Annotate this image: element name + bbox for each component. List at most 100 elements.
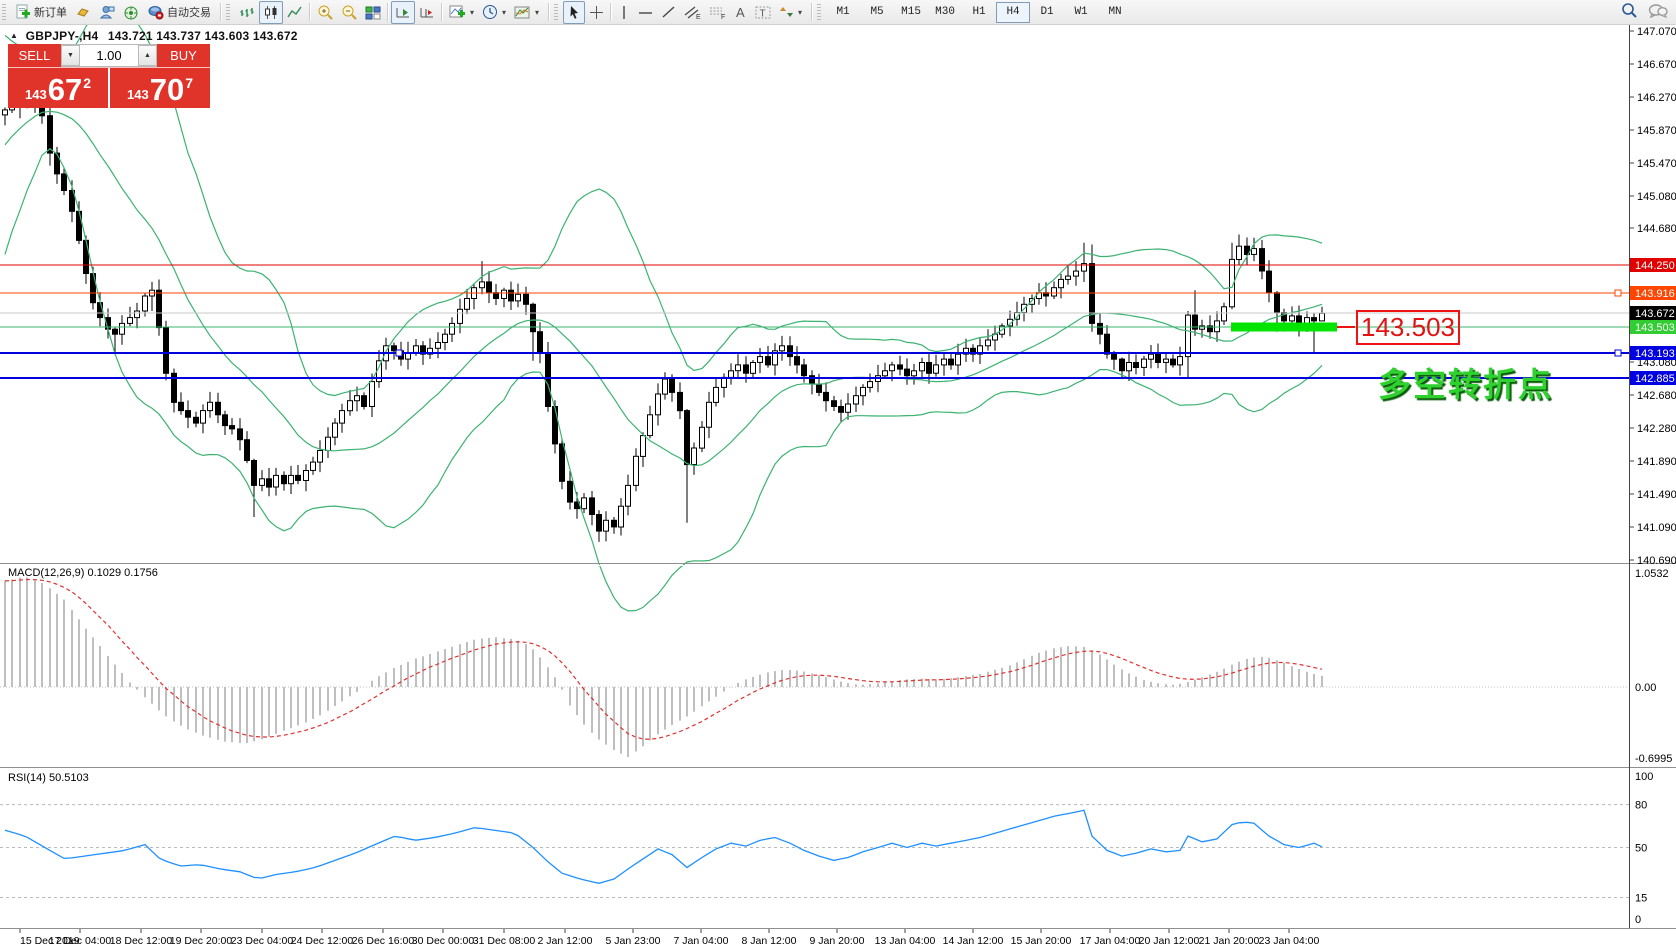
autotrading-button[interactable]: 自动交易 [143,1,215,24]
dropdown-caret-icon: ▾ [535,8,539,17]
crosshair-button[interactable] [585,1,608,24]
buy-price-big: 70 [150,75,184,105]
tab-timeframe-mn[interactable]: MN [1098,2,1132,23]
zoom-out-button[interactable] [337,1,361,24]
svg-text:9 Jan 20:00: 9 Jan 20:00 [810,935,865,947]
toolbar-grip[interactable] [554,4,558,20]
hline-handle[interactable] [1615,290,1621,296]
macd-label: MACD(12,26,9) 0.1029 0.1756 [8,567,158,579]
rsi-line [5,810,1322,883]
svg-text:146.670: 146.670 [1637,59,1676,71]
tab-timeframe-m15[interactable]: M15 [894,2,928,23]
chat-icon[interactable] [1648,3,1668,22]
trendline-button[interactable] [657,1,680,24]
new-order-icon [15,4,31,20]
signal-icon [123,5,139,20]
new-order-button[interactable]: 新订单 [11,1,71,24]
svg-text:19 Dec 20:00: 19 Dec 20:00 [170,935,233,947]
sell-button[interactable]: SELL [8,44,61,67]
svg-text:144.250: 144.250 [1635,260,1675,272]
svg-text:143.916: 143.916 [1635,288,1675,300]
tab-timeframe-m30[interactable]: M30 [928,2,962,23]
turning-point-note[interactable]: 多空转折点 [1378,358,1553,406]
annotations-layer[interactable] [1231,323,1355,332]
volume-down-button[interactable]: ▼ [61,45,80,66]
tile-windows-button[interactable] [361,1,385,24]
time-axis[interactable]: 15 Dec 201917 Dec 04:0018 Dec 12:0019 De… [20,929,1320,947]
svg-text:13 Jan 04:00: 13 Jan 04:00 [875,935,936,947]
svg-text:17 Jan 04:00: 17 Jan 04:00 [1080,935,1141,947]
line-chart-button[interactable] [283,1,307,24]
trendline-icon [661,5,676,19]
sell-price[interactable]: 143 67 2 [8,68,110,108]
svg-text:144.680: 144.680 [1637,223,1676,235]
macd-pane[interactable]: 1.05320.00-0.6995 [0,568,1672,765]
indicators-button[interactable]: ▾ [445,1,478,24]
arrows-button[interactable]: ▾ [775,1,806,24]
tab-timeframe-d1[interactable]: D1 [1030,2,1064,23]
candlestick-chart-button[interactable] [259,1,283,24]
chart-canvas[interactable]: 147.070146.670146.270145.870145.470145.0… [0,25,1676,947]
periods-button[interactable]: ▾ [478,1,510,24]
autotrading-icon [147,5,164,20]
market-watch-button[interactable] [71,1,95,24]
signals-button[interactable] [119,1,143,24]
template-icon [514,5,531,20]
profiles-button[interactable] [95,1,119,24]
zoom-in-button[interactable] [313,1,337,24]
toolbar-grip[interactable] [2,4,6,20]
label-tool-button[interactable]: T [751,1,775,24]
symbol-header: ▲ GBPJPY-,H4 143.721 143.737 143.603 143… [10,29,298,43]
new-order-label: 新订单 [34,4,67,20]
gold-icon [75,5,91,19]
volume-up-button[interactable]: ▲ [138,45,157,66]
timeframes-group: M1M5M15M30H1H4D1W1MN [823,0,1135,25]
collapse-panel-icon[interactable]: ▲ [10,31,18,40]
templates-button[interactable]: ▾ [510,1,543,24]
tab-timeframe-m5[interactable]: M5 [860,2,894,23]
svg-text:146.270: 146.270 [1637,92,1676,104]
horizontal-line-button[interactable] [634,1,657,24]
chart-shift-button[interactable] [415,1,439,24]
autoscroll-icon [395,5,411,20]
buy-button[interactable]: BUY [157,44,210,67]
svg-text:80: 80 [1635,800,1647,812]
price-level-callout[interactable]: 143.503 [1356,310,1460,345]
svg-text:141.890: 141.890 [1637,456,1676,468]
toolbar-grip[interactable] [226,4,230,20]
fibonacci-button[interactable]: F [705,1,730,24]
price-axis[interactable]: 147.070146.670146.270145.870145.470145.0… [1629,26,1676,567]
svg-text:31 Dec 08:00: 31 Dec 08:00 [473,935,536,947]
tab-timeframe-w1[interactable]: W1 [1064,2,1098,23]
clock-icon [482,4,498,20]
svg-text:142.680: 142.680 [1637,390,1676,402]
svg-text:E: E [696,14,701,20]
buy-price-prefix: 143 [127,87,149,102]
text-tool-icon: A [734,5,747,19]
vertical-line-button[interactable] [614,1,634,24]
bar-chart-button[interactable] [235,1,259,24]
autotrading-label: 自动交易 [167,4,211,20]
svg-text:143.193: 143.193 [1635,348,1675,360]
hline-handle[interactable] [396,350,402,356]
tab-timeframe-m1[interactable]: M1 [826,2,860,23]
support-highlight-bar[interactable] [1231,323,1337,332]
tab-timeframe-h4[interactable]: H4 [996,2,1030,23]
svg-text:21 Jan 20:00: 21 Jan 20:00 [1199,935,1260,947]
chart-shift-icon [419,5,435,20]
tab-timeframe-h1[interactable]: H1 [962,2,996,23]
hline-handle[interactable] [1615,350,1621,356]
buy-price[interactable]: 143 70 7 [110,68,210,108]
line-chart-icon [287,5,303,20]
svg-text:145.470: 145.470 [1637,158,1676,170]
equidistant-channel-button[interactable]: E [680,1,705,24]
toolbar-grip[interactable] [817,4,821,20]
autoscroll-button[interactable] [391,1,415,24]
svg-text:50: 50 [1635,843,1647,855]
line-studies-group: E F A T ▾ [560,0,809,25]
volume-input[interactable]: 1.00 [80,45,138,66]
text-tool-button[interactable]: A [730,1,751,24]
cursor-button[interactable] [563,1,585,24]
rsi-pane[interactable]: 1008050150 [0,771,1653,926]
search-icon[interactable] [1621,2,1638,22]
